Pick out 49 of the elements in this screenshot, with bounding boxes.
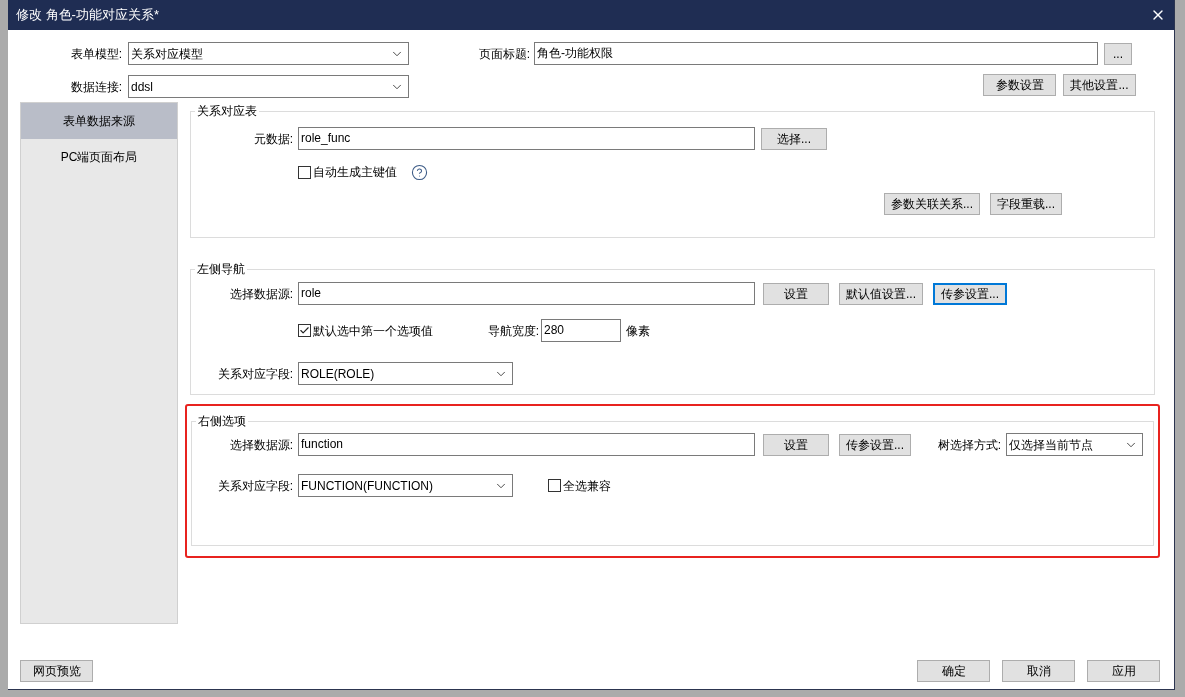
unit-label: 像素 <box>626 322 650 340</box>
button[interactable]: 取消 <box>1002 660 1075 682</box>
checkbox[interactable] <box>298 165 311 179</box>
checkbox-label: 自动生成主键值 <box>313 164 397 181</box>
button[interactable]: 传参设置... <box>933 282 1008 305</box>
sidebar-item[interactable]: PC端页面布局 <box>21 139 177 175</box>
field-label: 选择数据源: <box>228 436 293 454</box>
button[interactable]: 设置 <box>763 433 829 456</box>
text-field[interactable]: 角色-功能权限 <box>534 42 1098 65</box>
dropdown[interactable]: 仅选择当前节点 <box>1006 433 1143 456</box>
text-field[interactable]: 280 <box>541 319 621 342</box>
field-label: 关系对应字段: <box>216 365 293 383</box>
text-field[interactable]: function <box>298 433 755 456</box>
field-label: 选择数据源: <box>228 285 293 303</box>
dropdown[interactable]: ddsl <box>128 75 409 98</box>
group-title: 关系对应表 <box>196 103 258 120</box>
field-label: 页面标题: <box>477 45 531 63</box>
dropdown[interactable]: ROLE(ROLE) <box>298 362 513 385</box>
button[interactable]: 网页预览 <box>20 660 93 682</box>
field-label: 树选择方式: <box>936 436 1001 454</box>
group-title: 右侧选项 <box>197 413 247 430</box>
checkbox[interactable] <box>298 324 311 337</box>
browse-button[interactable]: ... <box>1104 42 1132 65</box>
button[interactable]: 选择... <box>761 127 827 150</box>
help-icon[interactable] <box>411 163 428 181</box>
field-label: 数据连接: <box>69 78 123 96</box>
dropdown[interactable]: FUNCTION(FUNCTION) <box>298 474 513 497</box>
checkbox[interactable] <box>548 479 561 492</box>
button[interactable]: 应用 <box>1087 660 1160 682</box>
button[interactable]: 参数关联关系... <box>883 193 980 215</box>
button[interactable]: 传参设置... <box>839 433 911 456</box>
button[interactable]: 参数设置 <box>983 73 1056 96</box>
sidebar-item[interactable]: 表单数据来源 <box>21 103 177 139</box>
field-label: 表单模型: <box>69 45 123 63</box>
button[interactable]: 确定 <box>917 660 990 682</box>
checkbox-label: 默认选中第一个选项值 <box>313 322 433 340</box>
text-field[interactable]: role_func <box>298 127 755 150</box>
button[interactable]: 默认值设置... <box>839 282 923 305</box>
button[interactable]: 其他设置... <box>1063 73 1136 96</box>
dropdown[interactable]: 关系对应模型 <box>128 42 409 65</box>
text-field[interactable]: role <box>298 282 755 305</box>
field-label: 元数据: <box>252 130 293 148</box>
field-label: 导航宽度: <box>486 322 540 340</box>
checkbox-label: 全选兼容 <box>563 477 611 495</box>
group-title: 左侧导航 <box>196 261 246 278</box>
button[interactable]: 设置 <box>763 282 829 305</box>
window-title: 修改 角色-功能对应关系* <box>16 6 159 25</box>
button[interactable]: 字段重载... <box>990 193 1062 215</box>
field-label: 关系对应字段: <box>216 477 293 495</box>
